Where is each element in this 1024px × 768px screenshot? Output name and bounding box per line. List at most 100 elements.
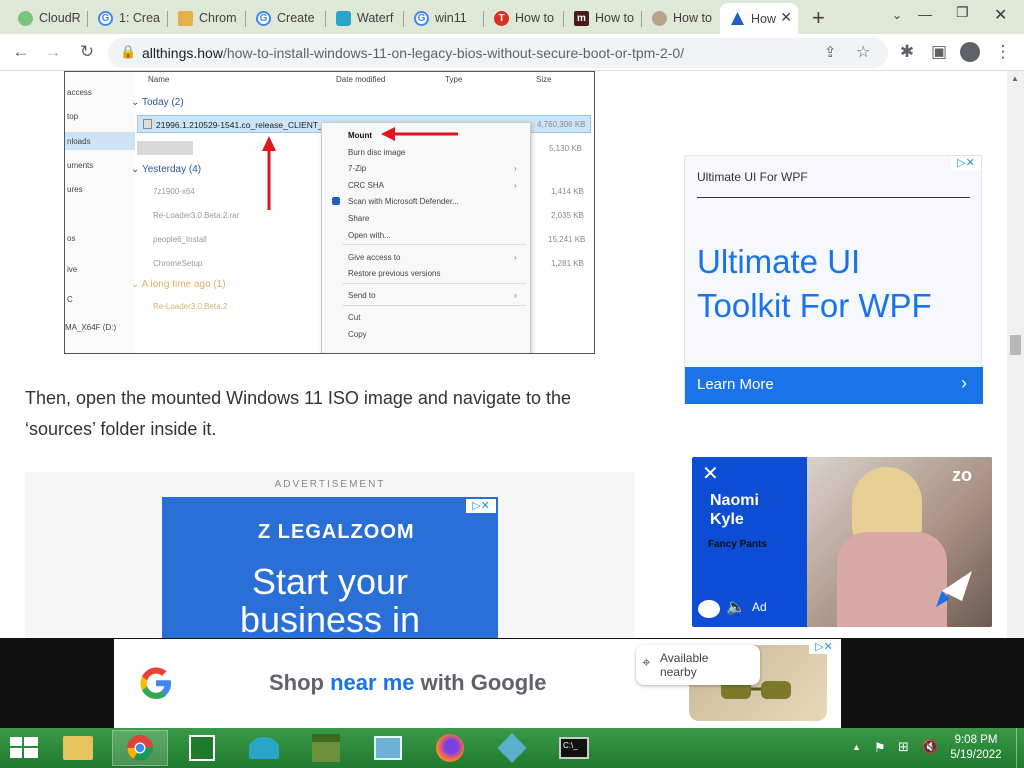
mute-icon[interactable]: 🔈 (726, 597, 746, 617)
profile-avatar-icon[interactable] (960, 42, 980, 62)
ad-headline: Toolkit For WPF (697, 287, 932, 324)
page-scrollbar[interactable]: ▲ ▼ (1007, 71, 1024, 728)
tab-label: How to (673, 11, 712, 25)
tab-label: Create (277, 11, 315, 25)
tab-label: How (751, 11, 777, 26)
url-path: /how-to-install-windows-11-on-legacy-bio… (222, 45, 685, 61)
tab-how-to-2[interactable]: m How to (564, 4, 642, 32)
video-ad[interactable]: ✕ Naomi Kyle Fancy Pants 🔈 Ad zo (692, 457, 992, 627)
web-page: access top nloads uments ures os ive C M… (0, 71, 1007, 638)
waterfox-taskbar-icon[interactable] (236, 730, 292, 766)
tab-waterfox[interactable]: Waterf (326, 4, 404, 32)
restore-icon[interactable]: ❐ (956, 4, 969, 21)
clock-date: 5/19/2022 (950, 749, 1002, 761)
tab-google-2[interactable]: G Create (246, 4, 326, 32)
lock-icon: 🔒 (120, 44, 137, 59)
ad-subtitle: Fancy Pants (708, 539, 767, 550)
reload-icon[interactable]: ↻ (76, 42, 98, 62)
minecraft-taskbar-icon[interactable] (298, 730, 354, 766)
ad-headline: Start your (251, 561, 409, 602)
chevron-right-icon: › (961, 373, 967, 393)
tab-how-to-3[interactable]: How to (642, 4, 720, 32)
chromium-icon (178, 10, 193, 26)
google-g-icon (138, 665, 174, 701)
action-center-flag-icon[interactable]: ⚑ (874, 740, 886, 756)
zo-logo-icon: zo (952, 465, 972, 485)
learn-more-button[interactable]: Learn More › (685, 367, 983, 404)
annotation-arrows (262, 127, 458, 210)
store-taskbar-icon[interactable] (174, 730, 230, 766)
ad-headline: Ultimate UI (697, 243, 861, 280)
tab-google-1[interactable]: G 1: Crea (88, 4, 168, 32)
logo-icon (698, 600, 720, 618)
window-close-icon[interactable]: ✕ (994, 5, 1007, 25)
url-domain: allthings.how (142, 45, 223, 61)
allthings-icon (730, 11, 745, 26)
bubble-text: Available (660, 651, 709, 665)
show-desktop-button[interactable] (1016, 728, 1024, 768)
tab-active-allthings[interactable]: How ✕ (720, 3, 798, 34)
ad-title: Kyle (710, 511, 744, 528)
tab-label: CloudR (39, 11, 81, 25)
scroll-thumb[interactable] (1010, 335, 1021, 355)
bookmark-star-icon[interactable]: ☆ (856, 42, 870, 62)
tab-chrome[interactable]: Chrom (168, 4, 246, 32)
ad-headline: business in (239, 599, 421, 639)
file-explorer-taskbar-icon[interactable] (50, 730, 106, 766)
forward-icon[interactable]: → (42, 42, 64, 62)
ad-label: Ad (752, 600, 767, 614)
z-icon: Z (258, 521, 278, 543)
legalzoom-ad[interactable]: ▷✕ Z LEGALZOOM Start your business in (162, 497, 498, 638)
cube-app-taskbar-icon[interactable] (484, 730, 540, 766)
clock[interactable]: 9:08 PM 5/19/2022 (948, 733, 1004, 763)
volume-muted-icon[interactable]: 🔇 (922, 739, 938, 755)
tab-google-3[interactable]: G win11 (404, 4, 484, 32)
tab-label: Chrom (199, 11, 237, 25)
google-icon: G (414, 10, 429, 26)
bubble-text: nearby (660, 665, 697, 679)
adchoices-icon[interactable]: ▷✕ (809, 640, 839, 654)
share-icon[interactable]: ⇪ (824, 43, 837, 61)
adchoices-icon[interactable]: ▷✕ (466, 499, 496, 513)
firefox-taskbar-icon[interactable] (422, 730, 478, 766)
ad-small-title: Ultimate UI For WPF (697, 170, 808, 184)
url-text[interactable]: allthings.how/how-to-install-windows-11-… (142, 45, 684, 61)
tab-label: 1: Crea (119, 11, 160, 25)
tab-label: Waterf (357, 11, 394, 25)
start-windows-icon[interactable] (10, 737, 38, 759)
article-screenshot-explorer: access top nloads uments ures os ive C M… (64, 71, 595, 354)
chevron-down-icon[interactable]: ⌄ (892, 8, 902, 22)
tab-how-to-1[interactable]: T How to (484, 4, 564, 32)
scroll-up-icon[interactable]: ▲ (1011, 74, 1019, 83)
google-shop-ad[interactable]: Shop near me with Google ⌖ Available nea… (114, 639, 841, 728)
network-icon[interactable]: ⊞ (898, 739, 909, 755)
chrome-taskbar-icon[interactable] (112, 730, 168, 766)
adchoices-icon[interactable]: ▷✕ (951, 156, 981, 170)
windows-taskbar: C:\_ ▲ ⚑ ⊞ 🔇 9:08 PM 5/19/2022 (0, 728, 1024, 768)
button-label: Learn More (697, 376, 774, 393)
google-icon: G (98, 10, 113, 26)
cloud-icon (18, 10, 33, 26)
menu-kebab-icon[interactable]: ⋮ (992, 42, 1014, 62)
tab-label: How to (515, 11, 554, 25)
back-icon[interactable]: ← (10, 42, 32, 62)
minimize-icon[interactable]: — (918, 6, 932, 22)
available-nearby-bubble: ⌖ Available nearby (636, 645, 760, 685)
new-tab-icon[interactable]: + (812, 5, 825, 31)
clock-time: 9:08 PM (954, 734, 998, 746)
tab-label: win11 (435, 11, 467, 25)
close-tab-icon[interactable]: ✕ (780, 9, 792, 26)
m-icon: m (574, 10, 589, 26)
wpf-ad[interactable]: ▷✕ Ultimate UI For WPF Ultimate UI Toolk… (684, 155, 983, 404)
tab-cloudr[interactable]: CloudR (8, 4, 88, 32)
extensions-icon[interactable]: ✱ (896, 42, 918, 62)
address-bar[interactable]: 🔒 allthings.how/how-to-install-windows-1… (108, 38, 888, 68)
image-app-taskbar-icon[interactable] (360, 730, 416, 766)
tray-expand-icon[interactable]: ▲ (852, 742, 861, 752)
advertisement-label: ADVERTISEMENT (274, 479, 386, 490)
side-panel-icon[interactable]: ▣ (928, 42, 950, 62)
command-prompt-taskbar-icon[interactable]: C:\_ (546, 730, 602, 766)
close-ad-icon[interactable]: ✕ (702, 461, 719, 486)
page-icon (652, 10, 667, 26)
google-icon: G (256, 10, 271, 26)
